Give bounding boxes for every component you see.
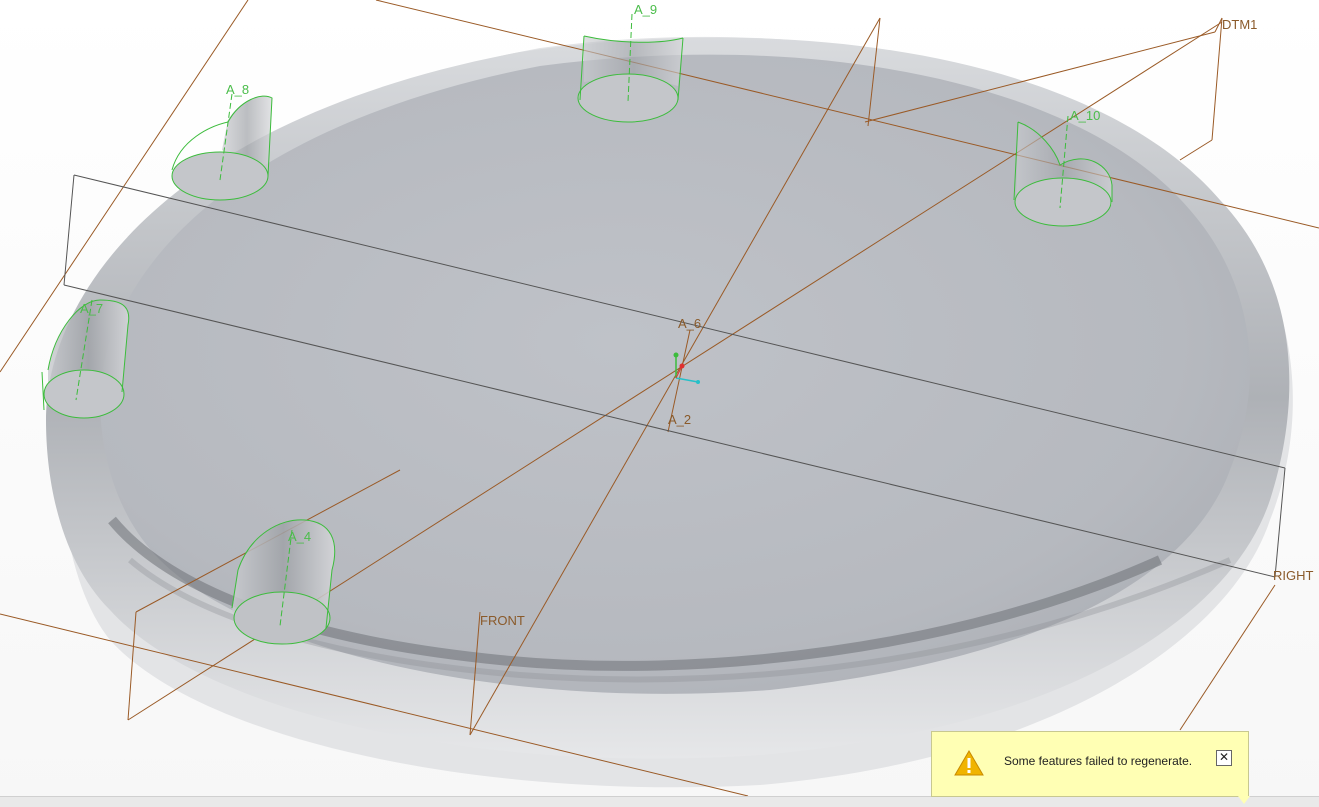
datum-edge	[1179, 139, 1213, 161]
axis-label-a10: A_10	[1070, 108, 1100, 123]
axis-label-a7: A_7	[80, 301, 103, 316]
status-bar	[0, 796, 1319, 807]
datum-edge	[1211, 17, 1223, 141]
datum-label-right: RIGHT	[1273, 568, 1314, 583]
datum-label-front: FRONT	[480, 613, 525, 628]
warning-icon	[954, 750, 984, 776]
datum-label-dtm1: DTM1	[1222, 17, 1257, 32]
model-canvas[interactable]: A_9 A_8 A_10 A_7 A_6 A_2 A_4 DTM1 RIGHT …	[0, 0, 1319, 806]
axis-label-a6: A_6	[678, 316, 701, 331]
notification-message: Some features failed to regenerate.	[1004, 754, 1193, 768]
popup-pointer	[1238, 796, 1250, 804]
regeneration-warning-popup[interactable]: Some features failed to regenerate. ✕	[931, 731, 1250, 804]
feature-a7[interactable]	[41, 299, 130, 419]
axis-label-a4: A_4	[288, 529, 311, 544]
axis-label-a9: A_9	[634, 2, 657, 17]
axis-label-a8: A_8	[226, 82, 249, 97]
feature-a8[interactable]	[171, 93, 273, 201]
axis-label-a2: A_2	[668, 412, 691, 427]
close-button[interactable]: ✕	[1216, 750, 1232, 766]
graphics-viewport[interactable]: A_9 A_8 A_10 A_7 A_6 A_2 A_4 DTM1 RIGHT …	[0, 0, 1319, 806]
feature-a9[interactable]	[577, 13, 684, 123]
